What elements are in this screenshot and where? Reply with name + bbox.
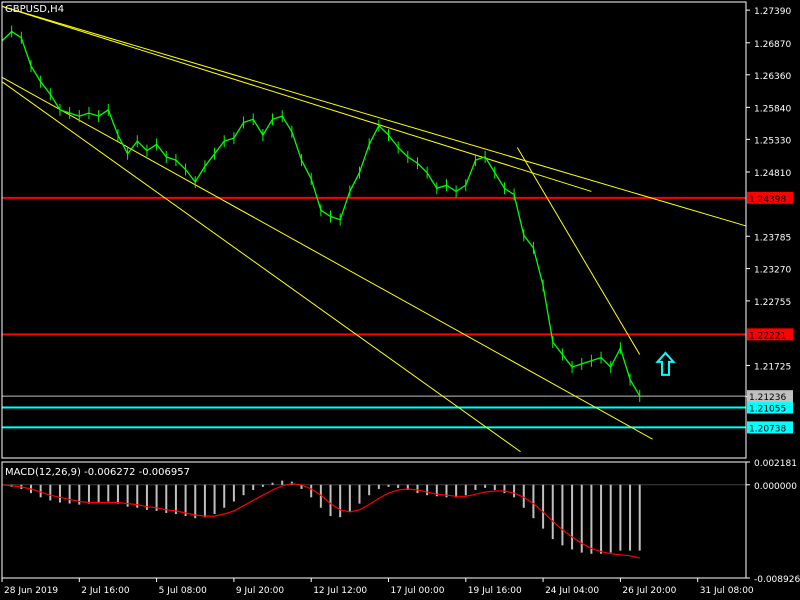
x-tick-label: 19 Jul 16:00 bbox=[468, 586, 522, 596]
level-tag-label: 1.20738 bbox=[749, 424, 786, 434]
trading-chart[interactable]: 1.27390 1.26870 1.26360 1.25840 1.25330 1.248… bbox=[0, 0, 800, 600]
x-tick-label: 26 Jul 20:00 bbox=[622, 586, 676, 596]
trendline bbox=[1, 5, 592, 192]
x-tick-label: 5 Jul 08:00 bbox=[159, 586, 208, 596]
macd-panel[interactable] bbox=[1, 480, 746, 559]
buy-arrow-icon bbox=[655, 351, 676, 376]
trendline bbox=[516, 147, 641, 355]
price-y-tick-label: 1.25840 bbox=[754, 104, 791, 114]
trendline bbox=[1, 5, 747, 227]
price-y-tick-label: 1.26360 bbox=[754, 72, 791, 82]
macd-y-tick-label: 0.000000 bbox=[754, 482, 797, 492]
price-frame bbox=[1, 1, 747, 459]
macd-frame bbox=[1, 461, 747, 579]
x-tick-label: 9 Jul 20:00 bbox=[236, 586, 285, 596]
price-y-tick-label: 1.26870 bbox=[754, 40, 791, 50]
price-y-tick-label: 1.23785 bbox=[754, 233, 791, 243]
price-y-tick-label: 1.24810 bbox=[754, 169, 791, 179]
price-y-tick-label: 1.27390 bbox=[754, 7, 791, 17]
price-panel[interactable] bbox=[1, 5, 747, 453]
price-y-tick-label: 1.22755 bbox=[754, 298, 791, 308]
price-y-tick-label: 1.23270 bbox=[754, 266, 791, 276]
macd-y-tick-label: -0.008926 bbox=[754, 575, 800, 585]
price-y-tick-label: 1.21725 bbox=[754, 362, 791, 372]
level-tag-label: 1.21055 bbox=[749, 405, 786, 415]
current-price-tag-label: 1.21236 bbox=[749, 393, 786, 403]
chart-symbol-label: GBPUSD,H4 bbox=[5, 4, 64, 15]
macd-title: MACD(12,26,9) -0.006272 -0.006957 bbox=[5, 467, 190, 478]
x-tick-label: 28 Jun 2019 bbox=[4, 586, 58, 596]
x-tick-label: 12 Jul 12:00 bbox=[313, 586, 367, 596]
trendline bbox=[1, 76, 653, 440]
x-tick-label: 2 Jul 16:00 bbox=[81, 586, 130, 596]
level-tag-label: 1.22221 bbox=[749, 331, 786, 341]
macd-y-tick-label: 0.002181 bbox=[754, 459, 797, 469]
x-tick-label: 24 Jul 04:00 bbox=[545, 586, 599, 596]
x-tick-label: 31 Jul 08:00 bbox=[700, 586, 754, 596]
level-tag-label: 1.24398 bbox=[749, 195, 786, 205]
x-tick-label: 17 Jul 00:00 bbox=[390, 586, 444, 596]
price-y-tick-label: 1.25330 bbox=[754, 136, 791, 146]
